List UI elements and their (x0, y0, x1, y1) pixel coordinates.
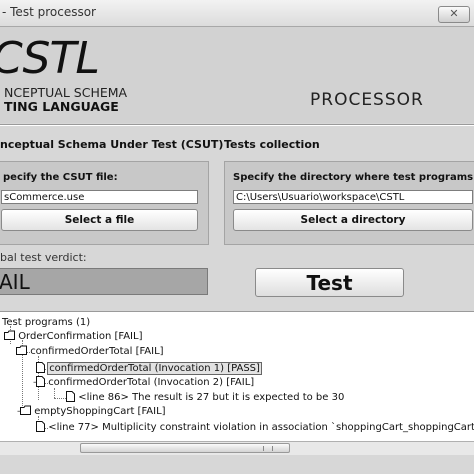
test-processor-window: - Test processor ✕ CSTL NCEPTUAL SCHEMA … (0, 0, 474, 474)
tree-root[interactable]: Test programs (1) (2, 316, 90, 329)
scrollbar-thumb[interactable] (80, 443, 290, 453)
title-bar: - Test processor ✕ (0, 0, 474, 27)
tests-section-title: Tests collection (224, 138, 320, 151)
tree-item-label: OrderConfirmation [FAIL] (18, 331, 143, 342)
tree-item-confirmed-total[interactable]: confirmedOrderTotal [FAIL] (16, 345, 164, 358)
tree-item-label: <line 86> The result is 27 but it is exp… (78, 392, 345, 403)
tree-item-label: emptyShoppingCart [FAIL] (34, 406, 166, 417)
test-button[interactable]: Test (255, 268, 404, 297)
tree-item-invocation-2[interactable]: confirmedOrderTotal (Invocation 2) [FAIL… (36, 376, 254, 389)
csut-panel: pecify the CSUT file: sCommerce.use Sele… (0, 161, 209, 245)
document-icon (66, 391, 75, 402)
tests-directory-field[interactable]: C:\Users\Usuario\workspace\CSTL (233, 190, 473, 204)
tree-connector (54, 388, 55, 398)
tree-item-line-77[interactable]: <line 77> Multiplicity constraint violat… (36, 421, 474, 434)
folder-icon (4, 330, 15, 340)
tests-directory-label: Specify the directory where test program… (233, 172, 474, 183)
horizontal-scrollbar[interactable] (0, 441, 474, 455)
tree-item-invocation-1[interactable]: confirmedOrderTotal (Invocation 1) [PASS… (36, 362, 262, 375)
document-icon (36, 376, 45, 387)
scroll-grip-icon (263, 446, 273, 451)
document-icon (36, 362, 45, 373)
folder-icon (16, 345, 27, 355)
tree-root-label: Test programs (1) (2, 317, 91, 328)
window-title: - Test processor (2, 5, 96, 19)
logo-area: CSTL NCEPTUAL SCHEMA TING LANGUAGE PROCE… (0, 27, 474, 123)
header-separator (0, 124, 474, 126)
bottom-bar (0, 455, 474, 474)
logo-subtitle-line1: NCEPTUAL SCHEMA (4, 85, 128, 100)
folder-icon (20, 405, 31, 415)
global-verdict-value: AIL (0, 268, 208, 295)
close-icon: ✕ (449, 7, 459, 20)
tree-item-label: confirmedOrderTotal [FAIL] (30, 346, 164, 357)
close-button[interactable]: ✕ (438, 6, 470, 23)
tree-item-label: <line 77> Multiplicity constraint violat… (48, 422, 474, 433)
document-icon (36, 421, 45, 432)
csut-file-label: pecify the CSUT file: (3, 172, 118, 183)
global-verdict-label: bal test verdict: (0, 251, 87, 264)
tests-panel: Specify the directory where test program… (224, 161, 474, 245)
tree-item-order-confirmation[interactable]: OrderConfirmation [FAIL] (4, 330, 142, 343)
tree-item-label-selected: confirmedOrderTotal (Invocation 1) [PASS… (47, 362, 262, 375)
csut-file-field[interactable]: sCommerce.use (1, 190, 198, 204)
tree-item-empty-cart[interactable]: emptyShoppingCart [FAIL] (20, 405, 166, 418)
processor-heading: PROCESSOR (310, 90, 424, 110)
csut-section-title: nceptual Schema Under Test (CSUT) (0, 138, 224, 151)
cstl-logo: CSTL (0, 33, 100, 84)
tree-item-label: confirmedOrderTotal (Invocation 2) [FAIL… (48, 377, 255, 388)
tree-item-line-86[interactable]: <line 86> The result is 27 but it is exp… (66, 391, 344, 404)
tree-connector (54, 398, 66, 399)
select-file-button[interactable]: Select a file (1, 209, 198, 231)
select-directory-button[interactable]: Select a directory (233, 209, 473, 231)
logo-subtitle-line2: TING LANGUAGE (4, 99, 119, 114)
